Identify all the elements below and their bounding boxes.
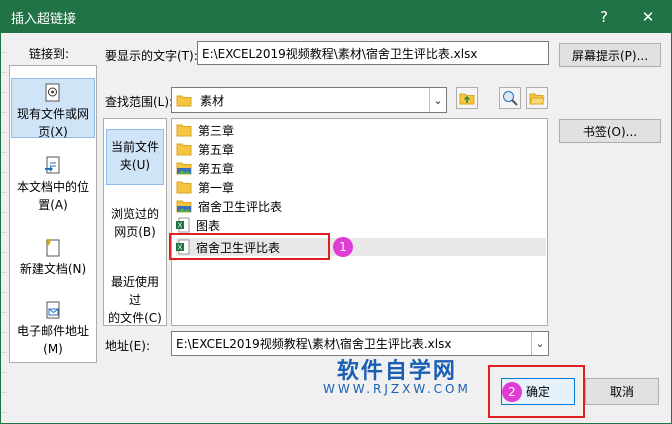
link-to-label: 链接到:: [29, 47, 70, 61]
folder-image-icon: [176, 162, 192, 175]
watermark-title: 软件自学网: [336, 359, 457, 384]
email-icon: [46, 301, 60, 319]
browse-mode-list: 当前文件 夹(U) 浏览过的 网页(B) 最近使用过 的文件(C): [103, 118, 167, 326]
chevron-down-icon[interactable]: ⌄: [531, 332, 548, 355]
chevron-down-icon[interactable]: ⌄: [429, 88, 446, 112]
document-place-icon: [45, 156, 60, 174]
file-name: 第三章: [198, 123, 235, 138]
address-label: 地址(E):: [105, 339, 150, 353]
watermark: 软件自学网 WWW.RJZXW.COM: [323, 353, 471, 396]
browsed-pages-tab[interactable]: 浏览过的 网页(B): [106, 205, 164, 245]
list-item[interactable]: 第三章: [176, 121, 234, 139]
current-folder-label-1: 当前文件: [110, 140, 159, 154]
file-list: 第三章 第五章 第五章 第一章 宿舍卫生评比表 X 图表 X 宿舍卫生评比表: [171, 118, 548, 326]
folder-icon: [176, 95, 192, 106]
cancel-button[interactable]: 取消: [585, 378, 659, 405]
browsed-pages-label-2: 网页(B): [114, 225, 156, 239]
current-folder-label-2: 夹(U): [119, 158, 151, 172]
folder-icon: [176, 181, 192, 194]
folder-icon: [176, 143, 192, 156]
close-button[interactable]: ✕: [625, 1, 671, 33]
dialog-title: 插入超链接: [11, 11, 77, 27]
up-folder-button[interactable]: [456, 87, 478, 109]
file-name: 宿舍卫生评比表: [198, 199, 283, 214]
list-item[interactable]: 第五章: [176, 159, 234, 177]
link-new-document[interactable]: 新建文档(N): [11, 234, 95, 276]
recent-files-label-2: 的文件(C): [108, 311, 162, 325]
open-folder-icon: [529, 93, 545, 105]
annotation-box-1: [169, 233, 330, 260]
look-in-combo[interactable]: 素材 ⌄: [171, 87, 447, 113]
link-email-label-1: 电子邮件地址: [16, 324, 89, 338]
folder-image-icon: [176, 200, 192, 213]
list-item[interactable]: 第一章: [176, 178, 234, 196]
annotation-badge-1: 1: [333, 237, 353, 257]
link-place-label-1: 本文档中的位: [16, 180, 89, 194]
annotation-badge-2: 2: [502, 382, 522, 402]
help-button[interactable]: ?: [581, 1, 627, 33]
recent-files-tab[interactable]: 最近使用过 的文件(C): [106, 273, 164, 325]
bookmark-button[interactable]: 书签(O)...: [559, 119, 661, 143]
link-to-bar: 现有文件或网 页(X) 本文档中的位 置(A) 新建文档(N) 电子邮件地址 (…: [9, 65, 97, 363]
link-place-in-document[interactable]: 本文档中的位 置(A): [11, 152, 95, 212]
browse-web-icon: [503, 91, 518, 106]
screen-tip-button[interactable]: 屏幕提示(P)...: [559, 43, 661, 67]
link-existing-file[interactable]: 现有文件或网 页(X): [11, 78, 95, 139]
browse-web-button[interactable]: [499, 87, 521, 109]
folder-icon: [176, 124, 192, 137]
recent-files-label-1: 最近使用过: [110, 275, 159, 307]
link-new-document-label: 新建文档(N): [19, 262, 87, 276]
display-text-label: 要显示的文字(T):: [105, 49, 198, 63]
link-place-label-2: 置(A): [38, 198, 68, 212]
browse-file-button[interactable]: [526, 87, 548, 109]
file-name: 第五章: [198, 142, 235, 157]
insert-hyperlink-dialog: 插入超链接 ? ✕ 链接到: 现有文件或网 页(X) 本文档中的位 置(A) 新…: [0, 0, 672, 424]
current-folder-tab[interactable]: 当前文件 夹(U): [106, 129, 164, 185]
up-folder-icon: [459, 93, 475, 105]
list-item[interactable]: X 图表: [176, 216, 220, 234]
existing-file-icon: [45, 83, 60, 102]
title-bar: 插入超链接 ? ✕: [1, 1, 671, 33]
watermark-url: WWW.RJZXW.COM: [323, 382, 471, 396]
file-name: 第五章: [198, 161, 235, 176]
link-email-label-2: (M): [43, 342, 63, 356]
link-existing-file-label-2: 页(X): [38, 125, 68, 139]
list-item[interactable]: 第五章: [176, 140, 234, 158]
file-name: 图表: [196, 218, 221, 233]
browsed-pages-label-1: 浏览过的: [110, 207, 159, 221]
list-item[interactable]: 宿舍卫生评比表: [176, 197, 282, 215]
new-document-icon: [46, 238, 60, 257]
look-in-value: 素材: [200, 93, 225, 108]
link-existing-file-label-1: 现有文件或网: [16, 107, 89, 121]
background-sheet-grid: [1, 33, 7, 423]
svg-text:X: X: [178, 223, 183, 230]
excel-file-icon: X: [176, 217, 190, 233]
display-text-input[interactable]: E:\EXCEL2019视频教程\素材\宿舍卫生评比表.xlsx: [197, 41, 549, 65]
address-value: E:\EXCEL2019视频教程\素材\宿舍卫生评比表.xlsx: [176, 337, 452, 351]
link-email-address[interactable]: 电子邮件地址 (M): [11, 296, 95, 356]
look-in-label: 查找范围(L):: [105, 95, 174, 109]
file-name: 第一章: [198, 180, 235, 195]
